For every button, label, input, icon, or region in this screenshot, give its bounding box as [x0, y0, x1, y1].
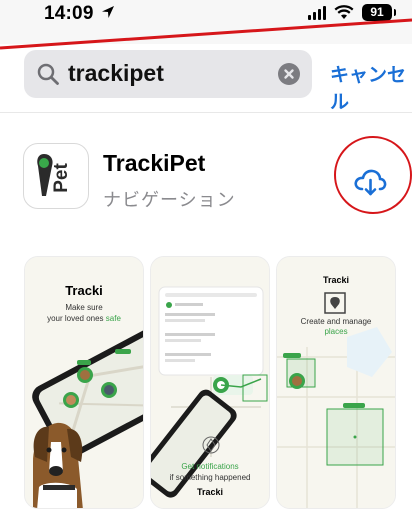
screenshot-1-tagline-1: Make sure: [65, 303, 103, 312]
magnifying-glass-icon: [37, 63, 59, 85]
search-query: trackipet: [68, 60, 164, 86]
clear-x-icon[interactable]: [278, 63, 300, 85]
app-screenshot-3[interactable]: Tracki Create and manage places: [276, 256, 396, 509]
app-category: ナビゲーション: [103, 190, 236, 210]
screenshot-3-illustration: [277, 257, 395, 508]
divider: [0, 112, 412, 113]
screenshot-3-tagline-1: Create and manage: [300, 317, 372, 326]
screenshot-2-tagline-1: Get notifications: [181, 462, 239, 471]
screenshot-3-brand: Tracki: [322, 275, 350, 285]
app-screenshot-2[interactable]: Get notifications if something happened …: [150, 256, 270, 509]
app-screenshot-1[interactable]: Tracki Make sure your loved ones safe: [24, 256, 144, 509]
screenshot-3-tagline-2: places: [324, 327, 348, 336]
annotation-red-circle: [334, 136, 412, 214]
cancel-button[interactable]: キャンセル: [330, 60, 412, 114]
app-name[interactable]: TrackiPet: [103, 150, 205, 177]
app-icon[interactable]: Pet: [23, 143, 89, 209]
trackipet-logo-icon: Pet: [37, 154, 72, 196]
screenshot-1-brand: Tracki: [65, 283, 103, 298]
app-icon-text: Pet: [51, 163, 72, 193]
screenshot-2-tagline-2: if something happened: [169, 473, 251, 482]
search-input[interactable]: trackipet: [24, 50, 312, 98]
screenshot-2-brand: Tracki: [196, 487, 224, 497]
screenshot-1-tagline-2: your loved ones safe: [47, 314, 121, 323]
